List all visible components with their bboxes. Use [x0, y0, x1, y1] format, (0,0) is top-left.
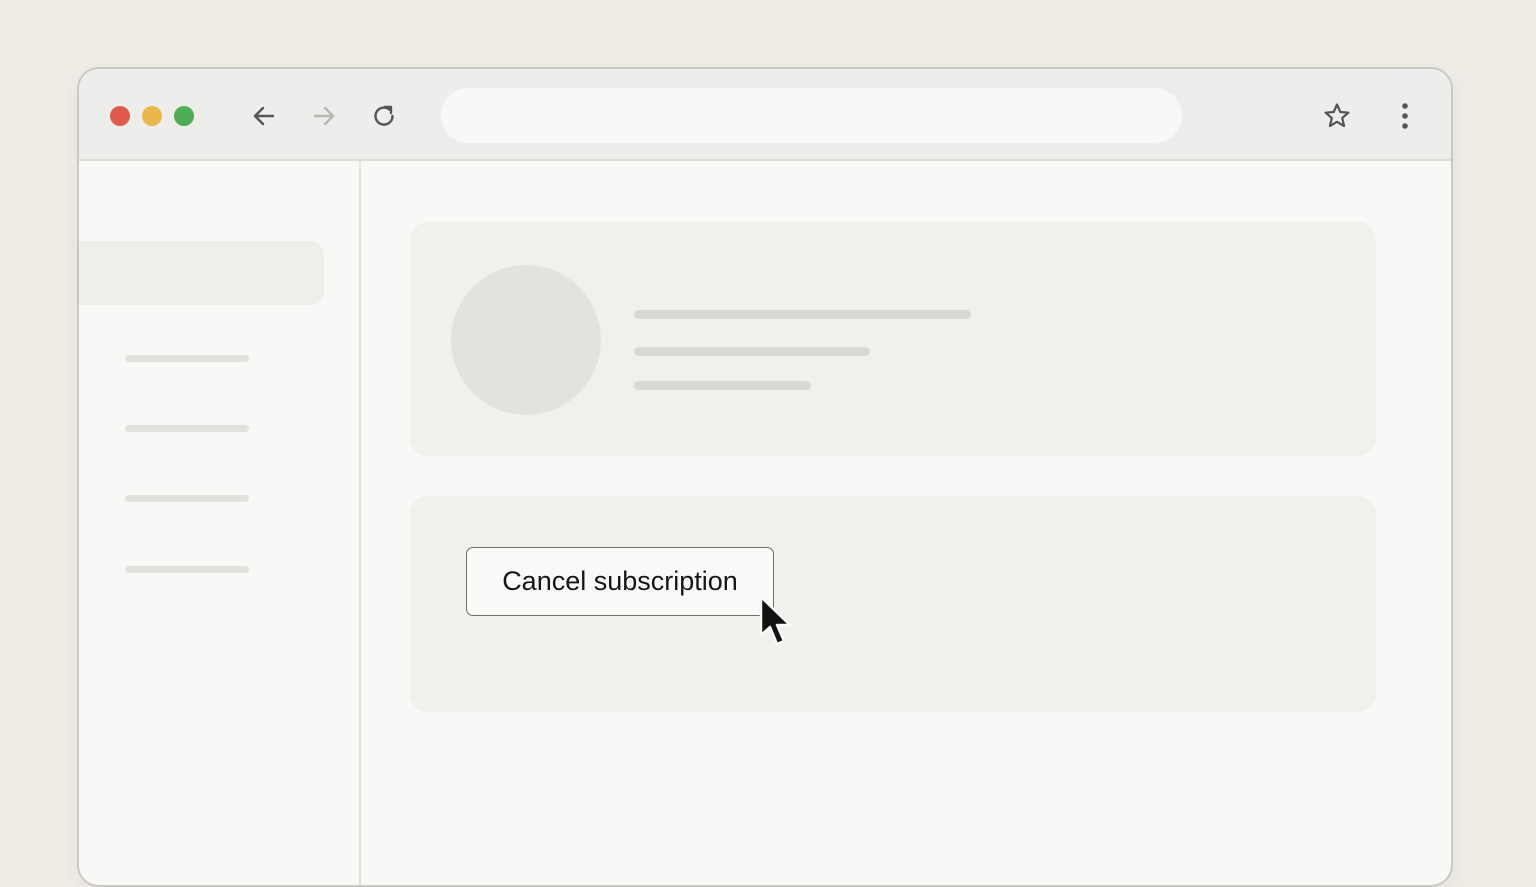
browser-menu-button[interactable]	[1387, 96, 1423, 136]
cancel-subscription-button[interactable]: Cancel subscription	[466, 547, 774, 616]
reload-icon	[374, 105, 394, 126]
sidebar-item-active[interactable]	[79, 241, 324, 305]
profile-detail-placeholder	[634, 381, 811, 390]
main-content: Cancel subscription	[363, 161, 1451, 885]
mouse-pointer-icon	[759, 595, 792, 646]
profile-name-placeholder	[634, 310, 971, 319]
window-close-button[interactable]	[110, 106, 130, 126]
arrow-right-icon	[313, 106, 335, 126]
star-icon	[1324, 103, 1350, 128]
profile-detail-placeholder	[634, 347, 870, 356]
window-minimize-button[interactable]	[142, 106, 162, 126]
kebab-menu-icon	[1402, 103, 1408, 129]
avatar	[451, 265, 601, 415]
arrow-left-icon	[253, 106, 275, 126]
sidebar-item-placeholder[interactable]	[125, 425, 249, 432]
browser-window: Cancel subscription	[77, 67, 1453, 887]
subscription-card: Cancel subscription	[410, 496, 1376, 712]
sidebar-item-placeholder[interactable]	[125, 495, 249, 502]
sidebar	[79, 161, 361, 885]
window-maximize-button[interactable]	[174, 106, 194, 126]
sidebar-item-placeholder[interactable]	[125, 566, 249, 573]
address-bar-input[interactable]	[441, 88, 1182, 143]
reload-button[interactable]	[364, 96, 404, 136]
browser-toolbar	[79, 69, 1451, 161]
forward-button[interactable]	[304, 96, 344, 136]
back-button[interactable]	[244, 96, 284, 136]
profile-card	[410, 222, 1376, 456]
sidebar-item-placeholder[interactable]	[125, 355, 249, 362]
bookmark-button[interactable]	[1317, 96, 1357, 136]
